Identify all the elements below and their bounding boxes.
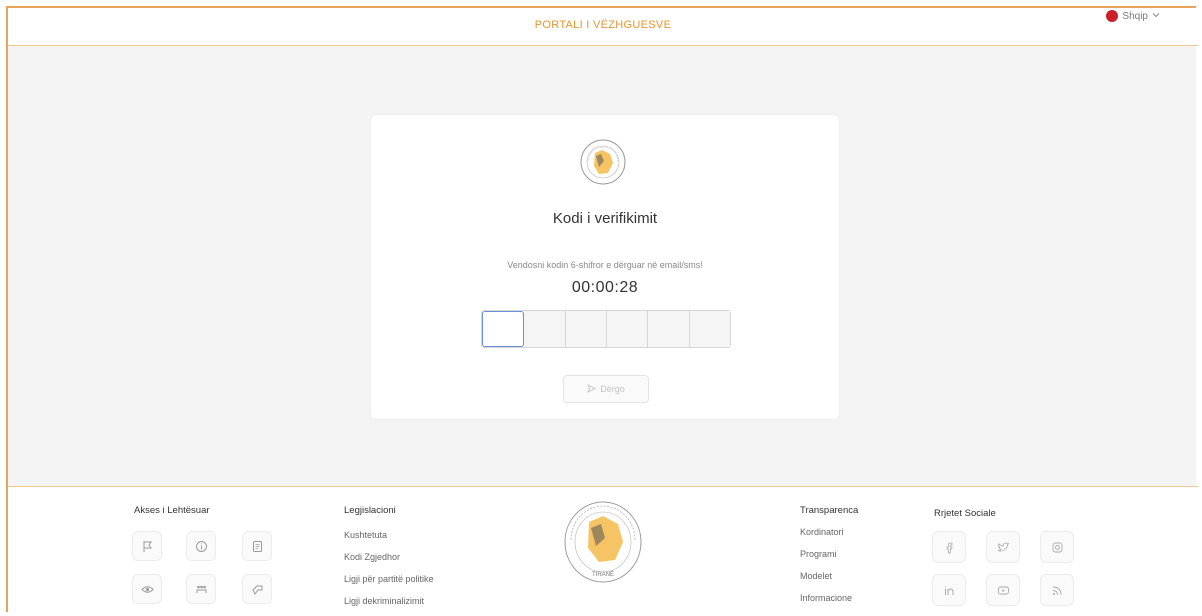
puzzle-icon[interactable] — [242, 574, 272, 604]
link-ligji-partite[interactable]: Ligji për partitë politike — [344, 574, 434, 584]
code-digit-6[interactable] — [689, 311, 730, 347]
link-kushtetuta[interactable]: Kushtetuta — [344, 530, 387, 540]
youtube-icon[interactable] — [986, 574, 1020, 606]
page-frame: PORTALI I VËZHGUESVE Shqip Kodi i verifi… — [6, 6, 1198, 614]
instagram-icon[interactable] — [1040, 531, 1074, 563]
link-programi[interactable]: Programi — [800, 549, 837, 559]
link-modelet[interactable]: Modelet — [800, 571, 832, 581]
language-label: Shqip — [1122, 10, 1148, 22]
verification-code-input — [481, 310, 731, 348]
language-selector[interactable]: Shqip — [1106, 10, 1160, 22]
chevron-down-icon — [1152, 11, 1160, 22]
link-ligji-dekriminalizimit[interactable]: Ligji dekriminalizimit — [344, 596, 424, 606]
header: PORTALI I VËZHGUESVE Shqip — [8, 8, 1198, 46]
legislation-title: Legjislacioni — [344, 505, 396, 516]
albania-flag-icon — [1106, 10, 1119, 22]
code-digit-5[interactable] — [648, 311, 690, 347]
linkedin-icon[interactable] — [932, 574, 966, 606]
instruction-text: Vendosni kodin 6-shifror e dërguar në em… — [507, 260, 703, 270]
social-title: Rrjetet Sociale — [934, 508, 996, 519]
send-label: Dërgo — [600, 384, 625, 394]
code-digit-3[interactable] — [565, 311, 607, 347]
people-icon[interactable] — [186, 574, 216, 604]
accessibility-title: Akses i Lehtësuar — [134, 505, 210, 516]
rss-icon[interactable] — [1040, 574, 1074, 606]
twitter-icon[interactable] — [986, 531, 1020, 563]
transparency-title: Transparenca — [800, 505, 859, 516]
send-button[interactable]: Dërgo — [563, 375, 649, 403]
code-digit-1[interactable] — [482, 311, 525, 347]
eye-icon[interactable] — [132, 574, 162, 604]
cec-seal-logo — [580, 139, 626, 185]
verification-card: Kodi i verifikimit Vendosni kodin 6-shif… — [370, 114, 840, 420]
link-kordinatori[interactable]: Kordinatori — [800, 527, 844, 537]
send-icon — [587, 383, 597, 395]
document-icon[interactable] — [242, 531, 272, 561]
footer: Akses i Lehtësuar Legjislacioni Kushtetu… — [8, 486, 1198, 614]
portal-title: PORTALI I VËZHGUESVE — [534, 19, 672, 31]
seal-text: TIRANË — [592, 571, 614, 578]
cec-seal-footer-logo: TIRANË — [564, 501, 642, 583]
code-digit-2[interactable] — [524, 311, 566, 347]
info-icon[interactable] — [186, 531, 216, 561]
link-kodi-zgjedhor[interactable]: Kodi Zgjedhor — [344, 552, 400, 562]
countdown-timer: 00:00:28 — [571, 279, 639, 296]
card-title: Kodi i verifikimit — [552, 210, 658, 227]
link-informacione[interactable]: Informacione — [800, 593, 852, 603]
facebook-icon[interactable] — [932, 531, 966, 563]
flag-icon[interactable] — [132, 531, 162, 561]
code-digit-4[interactable] — [606, 311, 649, 347]
